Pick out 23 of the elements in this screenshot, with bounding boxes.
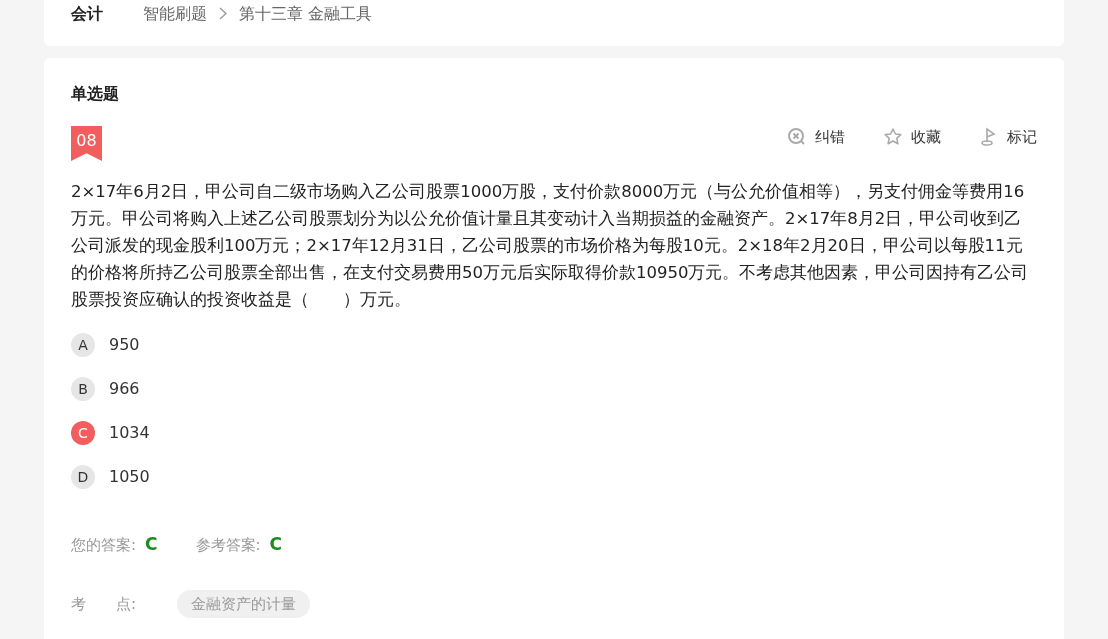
action-button[interactable]: 收藏: [883, 126, 941, 149]
breadcrumb-item[interactable]: 智能刷题: [143, 2, 207, 26]
your-answer-value: C: [145, 533, 158, 556]
answer-option[interactable]: C 1034: [71, 421, 1037, 445]
option-letter: A: [71, 333, 95, 357]
breadcrumb-item[interactable]: 第十三章 金融工具: [239, 2, 373, 26]
reference-answer-value: C: [269, 533, 283, 556]
action-button[interactable]: 标记: [979, 126, 1037, 149]
action-button[interactable]: 纠错: [787, 126, 845, 149]
option-letter: B: [71, 377, 95, 401]
option-letter: C: [71, 421, 95, 445]
subject-title: 会计: [71, 3, 103, 25]
option-letter: D: [71, 465, 95, 489]
chevron-right-icon: [219, 7, 227, 20]
question-type: 单选题: [71, 83, 120, 105]
question-number-ribbon: 08: [71, 126, 102, 161]
answer-option[interactable]: A 950: [71, 333, 1037, 357]
question-text: 2×17年6月2日，甲公司自二级市场购入乙公司股票1000万股，支付价款8000万元（与公允价值相等），另支付佣金等费用16万元。甲公司将购入上述乙公司股票划分为以公允价值计量且其变动计入当期损益的金融资产。2×17年8月2日，甲公司收到乙公司派发的现金股利100万元；2×17年12月31日，乙公司股票的市场价格为每股10元。2×18年2月20日，甲公司以每股11元的价格将所持乙公司股票全部出售，在支付交易费用50万元后实际取得价款10950万元。不考虑其他因素，甲公司因持有乙公司股票投资应确认的投资收益是（ ）万元。: [71, 181, 1030, 311]
answer-option[interactable]: D 1050: [71, 465, 1037, 489]
answer-option[interactable]: B 966: [71, 377, 1037, 401]
reference-answer-label: 参考答案:: [195, 534, 261, 556]
knowledge-point-label: 考 点:: [71, 593, 138, 615]
your-answer-label: 您的答案:: [71, 534, 137, 556]
